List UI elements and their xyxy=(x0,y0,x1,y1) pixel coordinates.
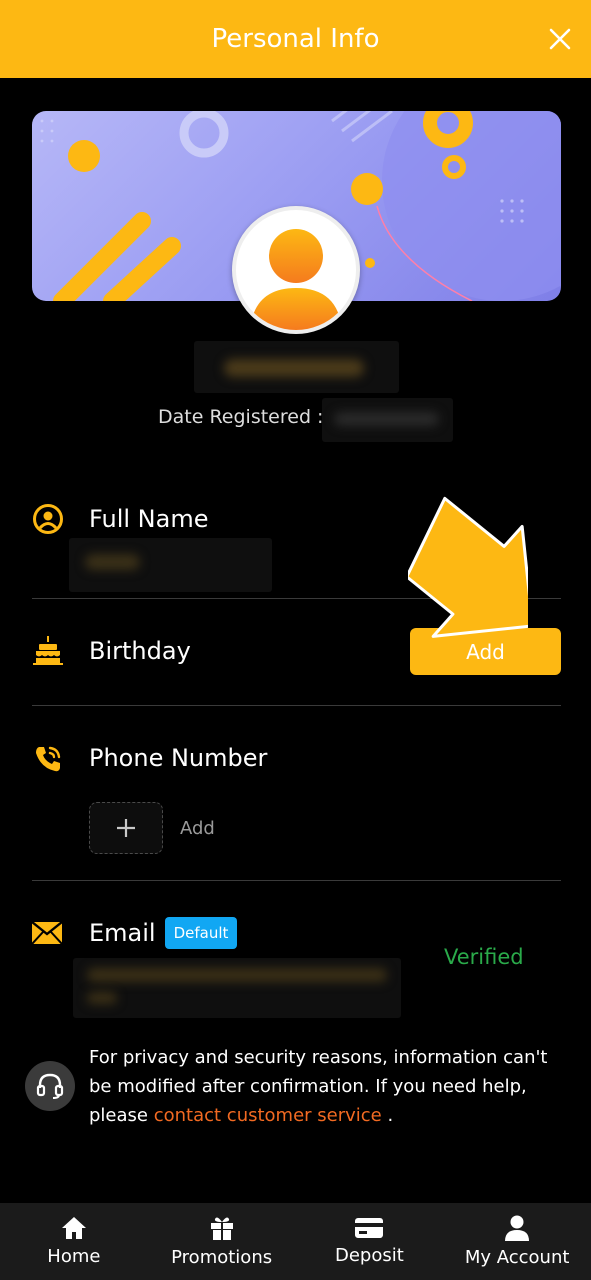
full-name-redacted xyxy=(69,538,272,592)
nav-my-account-label: My Account xyxy=(464,1247,570,1268)
nav-home-label: Home xyxy=(47,1246,101,1267)
full-name-label: Full Name xyxy=(89,505,209,533)
nav-deposit-label: Deposit xyxy=(334,1245,404,1266)
birthday-label: Birthday xyxy=(89,637,191,665)
email-redacted xyxy=(73,958,401,1018)
user-circle-icon xyxy=(32,503,64,539)
divider xyxy=(32,705,561,706)
headset-icon xyxy=(36,1073,64,1099)
home-icon xyxy=(61,1217,86,1239)
user-icon xyxy=(505,1215,530,1241)
mail-icon xyxy=(31,921,63,948)
gift-icon xyxy=(210,1217,233,1240)
date-registered-label: Date Registered : xyxy=(158,406,324,428)
contact-customer-service-link[interactable]: contact customer service xyxy=(154,1105,382,1126)
nav-home[interactable]: Home xyxy=(0,1203,148,1280)
phone-icon xyxy=(33,744,63,778)
date-registered-redacted xyxy=(322,398,453,442)
page-title: Personal Info xyxy=(211,24,380,54)
card-icon xyxy=(355,1218,384,1238)
customer-service-button[interactable] xyxy=(25,1061,75,1111)
email-label: Email xyxy=(89,919,156,947)
add-phone-label[interactable]: Add xyxy=(180,818,215,839)
bottom-nav: Home Promotions Deposit My Account xyxy=(0,1203,591,1280)
close-button[interactable] xyxy=(545,24,575,54)
cake-icon xyxy=(33,634,63,670)
nav-deposit[interactable]: Deposit xyxy=(296,1203,444,1280)
close-icon xyxy=(549,28,571,50)
nav-promotions-label: Promotions xyxy=(171,1247,273,1268)
privacy-notice-end: . xyxy=(381,1105,394,1126)
plus-icon xyxy=(117,819,135,837)
phone-number-label: Phone Number xyxy=(89,744,268,772)
nav-promotions[interactable]: Promotions xyxy=(148,1203,296,1280)
header-bar: Personal Info xyxy=(0,0,591,78)
avatar[interactable] xyxy=(232,206,360,334)
pointer-arrow-icon xyxy=(408,496,528,638)
username-redacted xyxy=(194,341,399,393)
avatar-icon xyxy=(250,229,342,330)
default-badge: Default xyxy=(165,917,237,949)
nav-my-account[interactable]: My Account xyxy=(443,1203,591,1280)
email-verified-status: Verified xyxy=(444,945,524,969)
privacy-notice: For privacy and security reasons, inform… xyxy=(89,1043,574,1130)
divider xyxy=(32,880,561,881)
add-phone-button[interactable] xyxy=(89,802,163,854)
